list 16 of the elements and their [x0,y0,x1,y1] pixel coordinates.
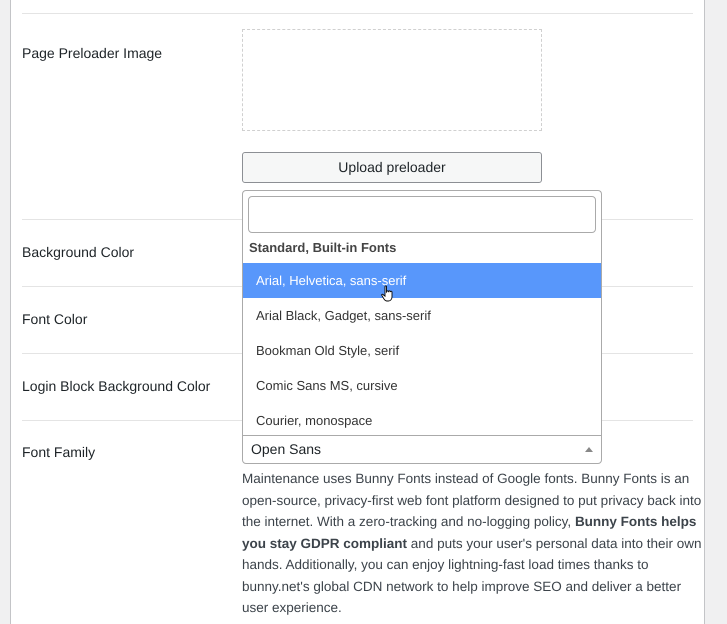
arrow-icon [585,447,593,452]
font-select[interactable]: Open Sans [242,435,602,464]
group-header: Standard, Built-in Fonts [248,239,398,258]
upload-button[interactable]: Upload preloader [242,152,542,183]
setting-label: Login Block Background Color [22,377,212,396]
setting-label: Page Preloader Image [22,44,164,63]
font-option[interactable]: Comic Sans MS, cursive [243,368,601,403]
font-option[interactable]: Courier, monospace [243,403,601,435]
font-option[interactable]: Bookman Old Style, serif [243,333,601,368]
setting-label: Font Family [22,443,96,462]
search-field[interactable] [248,196,596,233]
font-option[interactable]: Arial Black, Gadget, sans-serif [243,298,601,333]
description-text: Maintenance uses Bunny Fonts instead of Google fonts. Bunny Fonts is an open-source, privacy-first web font platform designed to put privacy back into the internet. With a zero-tracking and no-logging policy, Bunny Fonts helps you stay GDPR compliant and puts your user's personal data into their own hands. Additionally, you can enjoy lightning-fast load times thanks to bunny.net's global CDN network to help improve SEO and deliver a better user experience. [242,470,703,617]
hand-cursor-icon [381,285,394,302]
setting-label: Background Color [22,243,136,262]
setting-label: Font Color [22,310,88,329]
